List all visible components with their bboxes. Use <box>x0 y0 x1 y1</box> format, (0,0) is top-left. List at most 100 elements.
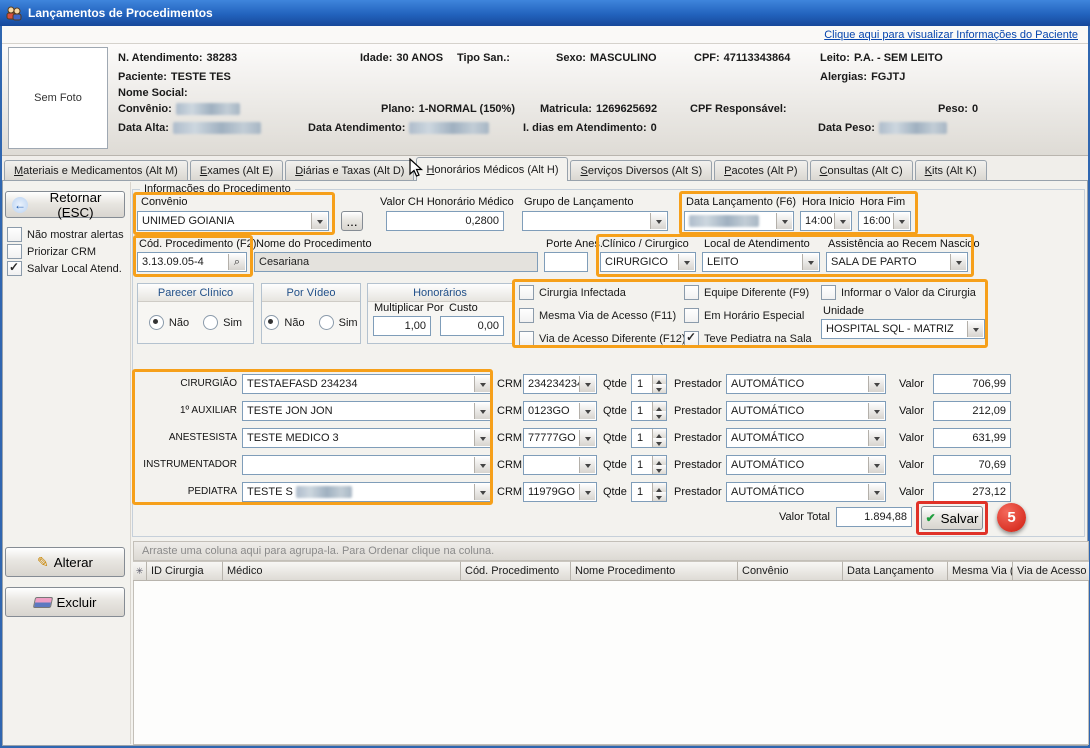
qtde-stepper[interactable]: 1 <box>631 401 667 421</box>
qtde-stepper[interactable]: 1 <box>631 428 667 448</box>
tab-pacotes[interactable]: Pacotes (Alt P) <box>714 160 807 181</box>
checkbox-teve-pediatra[interactable]: Teve Pediatra na Sala <box>684 331 812 346</box>
video-sim-radio[interactable]: Sim <box>319 315 358 330</box>
tab-honorarios[interactable]: Honorários Médicos (Alt H) <box>416 157 568 181</box>
crm-select[interactable] <box>523 455 597 475</box>
valor-input[interactable]: 273,12 <box>933 482 1011 502</box>
prestador-select[interactable]: AUTOMÁTICO <box>726 401 886 421</box>
chevron-down-icon[interactable] <box>868 430 884 446</box>
stepper-down-icon[interactable] <box>653 384 666 393</box>
clinico-cirurgico-select[interactable]: CIRURGICO <box>600 252 696 272</box>
salvar-button[interactable]: ✔ Salvar <box>921 506 983 530</box>
custo-input[interactable]: 0,00 <box>440 316 504 336</box>
chevron-down-icon[interactable] <box>474 457 490 473</box>
checkbox-informar-valor[interactable]: Informar o Valor da Cirurgia <box>821 285 976 300</box>
valor-input[interactable]: 212,09 <box>933 401 1011 421</box>
doctor-name-select[interactable] <box>242 455 492 475</box>
chevron-down-icon[interactable] <box>678 254 694 270</box>
convenio-browse-button[interactable]: ... <box>341 211 363 231</box>
crm-select[interactable]: 11979GO <box>523 482 597 502</box>
tab-kits[interactable]: Kits (Alt K) <box>915 160 987 181</box>
stepper-up-icon[interactable] <box>653 402 666 411</box>
convenio-select[interactable]: UNIMED GOIANIA <box>137 211 329 231</box>
qtde-stepper[interactable]: 1 <box>631 374 667 394</box>
alterar-button[interactable]: ✎ Alterar <box>5 547 125 577</box>
checkbox-cirurgia-infectada[interactable]: Cirurgia Infectada <box>519 285 626 300</box>
chevron-down-icon[interactable] <box>579 484 595 500</box>
valor-ch-input[interactable]: 0,2800 <box>386 211 504 231</box>
stepper-down-icon[interactable] <box>653 411 666 420</box>
chevron-down-icon[interactable] <box>474 376 490 392</box>
chevron-down-icon[interactable] <box>893 213 909 229</box>
patient-info-link[interactable]: Clique aqui para visualizar Informações … <box>824 29 1078 41</box>
checkbox-nao-mostrar-alertas[interactable]: Não mostrar alertas <box>7 227 124 242</box>
chevron-down-icon[interactable] <box>579 457 595 473</box>
crm-select[interactable]: 77777GO <box>523 428 597 448</box>
chevron-down-icon[interactable] <box>868 376 884 392</box>
chevron-down-icon[interactable] <box>579 430 595 446</box>
chevron-down-icon[interactable] <box>776 213 792 229</box>
grid-column-header[interactable]: Cód. Procedimento <box>461 561 571 581</box>
stepper-up-icon[interactable] <box>653 456 666 465</box>
chevron-down-icon[interactable] <box>802 254 818 270</box>
grid-body[interactable] <box>133 581 1089 745</box>
local-atendimento-select[interactable]: LEITO <box>702 252 820 272</box>
chevron-down-icon[interactable] <box>474 430 490 446</box>
chevron-down-icon[interactable] <box>579 376 595 392</box>
retornar-button[interactable]: ← Retornar (ESC) <box>5 191 125 218</box>
parecer-sim-radio[interactable]: Sim <box>203 315 242 330</box>
chevron-down-icon[interactable] <box>311 213 327 229</box>
tab-exames[interactable]: Exames (Alt E) <box>190 160 283 181</box>
checkbox-priorizar-crm[interactable]: Priorizar CRM <box>7 244 96 259</box>
tab-diarias[interactable]: Diárias e Taxas (Alt D) <box>285 160 414 181</box>
chevron-down-icon[interactable] <box>868 403 884 419</box>
chevron-down-icon[interactable] <box>868 484 884 500</box>
crm-select[interactable]: 0123GO <box>523 401 597 421</box>
grid-column-header[interactable]: Médico <box>223 561 461 581</box>
unidade-select[interactable]: HOSPITAL SQL - MATRIZ <box>821 319 985 339</box>
chevron-down-icon[interactable] <box>950 254 966 270</box>
data-lancamento-select[interactable] <box>684 211 794 231</box>
stepper-up-icon[interactable] <box>653 375 666 384</box>
chevron-down-icon[interactable] <box>474 484 490 500</box>
chevron-down-icon[interactable] <box>650 213 666 229</box>
stepper-down-icon[interactable] <box>653 438 666 447</box>
stepper-up-icon[interactable] <box>653 483 666 492</box>
checkbox-mesma-via[interactable]: Mesma Via de Acesso (F11) <box>519 308 676 323</box>
valor-input[interactable]: 70,69 <box>933 455 1011 475</box>
grid-column-header[interactable]: Nome Procedimento <box>571 561 738 581</box>
parecer-nao-radio[interactable]: Não <box>149 315 189 330</box>
valor-input[interactable]: 706,99 <box>933 374 1011 394</box>
doctor-name-select[interactable]: TESTAEFASD 234234 <box>242 374 492 394</box>
doctor-name-select[interactable]: TESTE S <box>242 482 492 502</box>
tab-consultas[interactable]: Consultas (Alt C) <box>810 160 913 181</box>
porte-anes-input[interactable] <box>544 252 588 272</box>
hora-inicio-input[interactable]: 14:00 <box>800 211 852 231</box>
chevron-down-icon[interactable] <box>834 213 850 229</box>
prestador-select[interactable]: AUTOMÁTICO <box>726 428 886 448</box>
hora-fim-input[interactable]: 16:00 <box>858 211 911 231</box>
tab-servicos[interactable]: Serviços Diversos (Alt S) <box>570 160 712 181</box>
grid-column-header[interactable]: Mesma Via ( <box>948 561 1013 581</box>
checkbox-via-diferente[interactable]: Via de Acesso Diferente (F12) <box>519 331 686 346</box>
prestador-select[interactable]: AUTOMÁTICO <box>726 455 886 475</box>
doctor-name-select[interactable]: TESTE JON JON <box>242 401 492 421</box>
multiplicar-input[interactable]: 1,00 <box>373 316 431 336</box>
search-icon[interactable]: ⌕ <box>228 254 245 270</box>
chevron-down-icon[interactable] <box>579 403 595 419</box>
stepper-down-icon[interactable] <box>653 492 666 501</box>
grid-column-header[interactable]: Convênio <box>738 561 843 581</box>
grid-column-header[interactable]: ID Cirurgia <box>147 561 223 581</box>
grupo-lancamento-select[interactable] <box>522 211 668 231</box>
qtde-stepper[interactable]: 1 <box>631 482 667 502</box>
tab-materiais[interactable]: Materiais e Medicamentos (Alt M) <box>4 160 188 181</box>
grid-column-header[interactable]: Data Lançamento <box>843 561 948 581</box>
stepper-down-icon[interactable] <box>653 465 666 474</box>
checkbox-horario-especial[interactable]: Em Horário Especial <box>684 308 804 323</box>
grid-column-header[interactable]: Via de Acesso <box>1013 561 1089 581</box>
assistencia-select[interactable]: SALA DE PARTO <box>826 252 968 272</box>
checkbox-equipe-diferente[interactable]: Equipe Diferente (F9) <box>684 285 809 300</box>
chevron-down-icon[interactable] <box>474 403 490 419</box>
checkbox-salvar-local-atend[interactable]: Salvar Local Atend. <box>7 261 122 276</box>
valor-input[interactable]: 631,99 <box>933 428 1011 448</box>
